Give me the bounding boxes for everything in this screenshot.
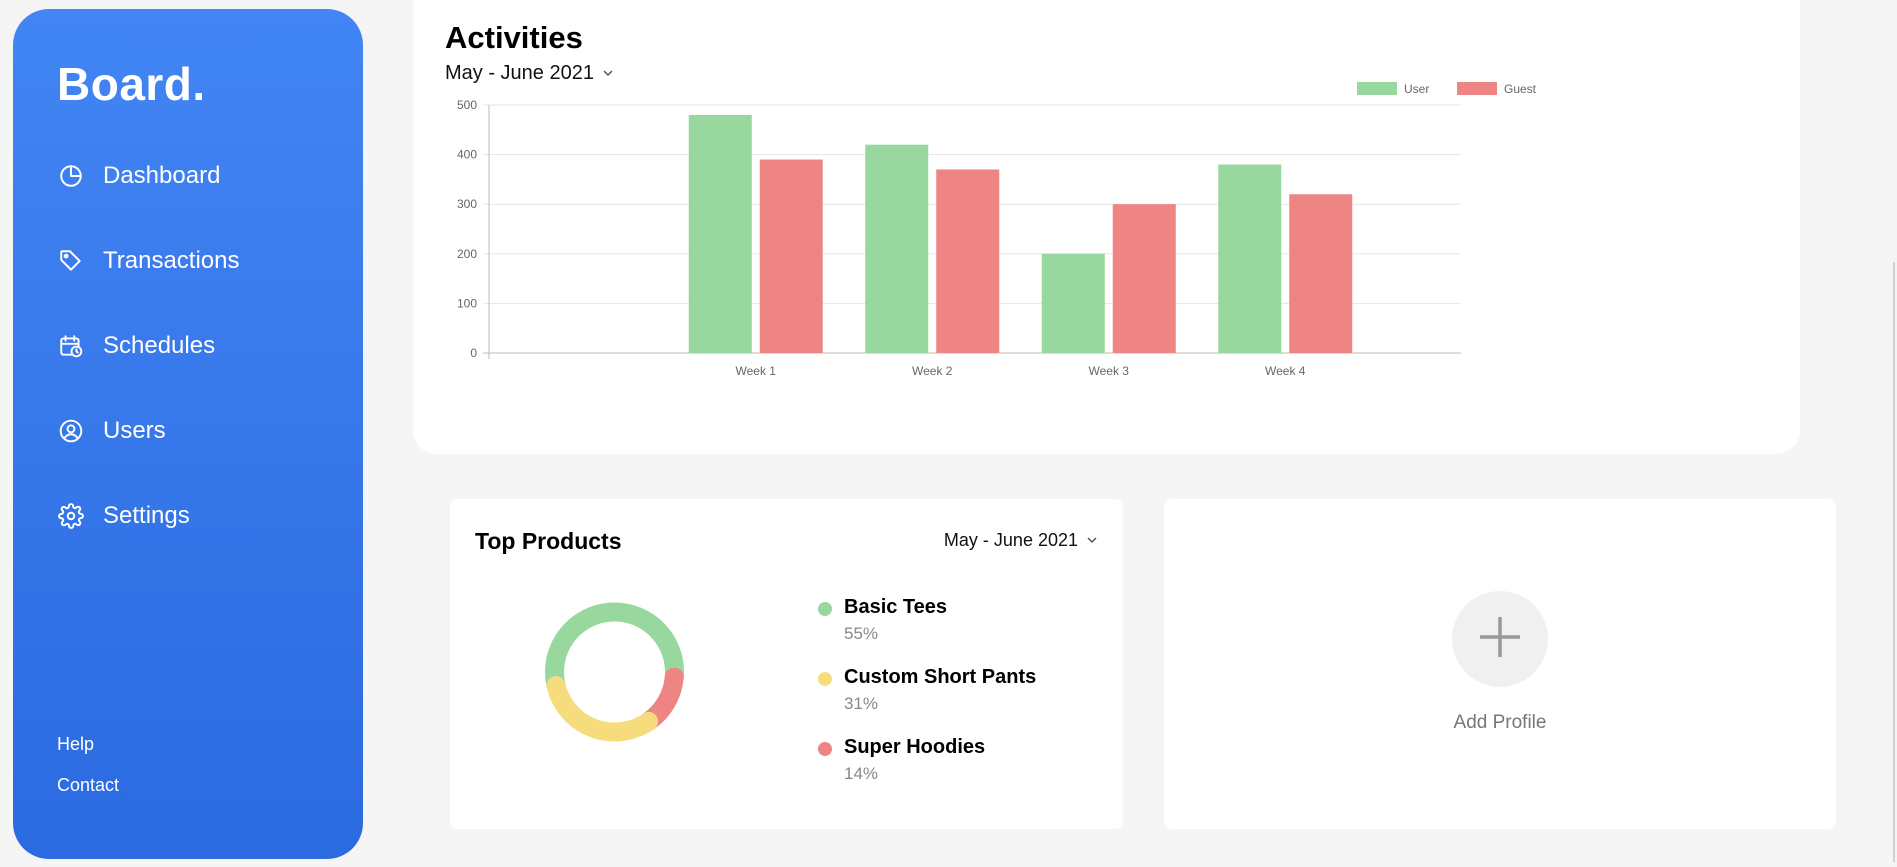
bar-user xyxy=(1041,253,1105,353)
add-profile-label: Add Profile xyxy=(1453,712,1547,733)
product-name: Basic Tees xyxy=(844,596,948,618)
y-tick-label: 400 xyxy=(457,148,477,162)
sidebar-item-label: Users xyxy=(103,417,166,444)
x-tick-label: Week 4 xyxy=(1265,364,1306,378)
sidebar-footer: Help Contact xyxy=(57,734,119,816)
sidebar-item-label: Transactions xyxy=(103,247,240,274)
bar-guest xyxy=(1112,204,1176,353)
y-tick-label: 0 xyxy=(470,346,477,360)
product-name: Custom Short Pants xyxy=(844,666,1037,688)
y-tick-label: 300 xyxy=(457,197,477,211)
pie-chart-icon xyxy=(57,162,85,190)
legend-label: User xyxy=(1404,82,1429,96)
legend-dot xyxy=(818,602,832,616)
activities-card: Activities May - June 2021 0 100 200 300 400… xyxy=(413,0,1800,454)
y-tick-label: 200 xyxy=(457,247,477,261)
chevron-down-icon xyxy=(1086,530,1098,551)
calendar-clock-icon xyxy=(57,332,85,360)
sidebar-item-dashboard[interactable]: Dashboard xyxy=(57,161,240,191)
x-tick-label: Week 2 xyxy=(912,364,953,378)
legend-dot xyxy=(818,672,832,686)
scrollbar-track[interactable] xyxy=(1887,0,1897,867)
top-products-range-dropdown[interactable]: May - June 2021 xyxy=(944,530,1098,551)
donut-slice-basic-tees xyxy=(545,602,684,695)
donut-slice-custom-short-pants xyxy=(546,675,659,742)
brand-logo: Board. xyxy=(57,58,206,110)
y-tick-label: 100 xyxy=(457,296,477,310)
tag-icon xyxy=(57,247,85,275)
user-circle-icon xyxy=(57,417,85,445)
bar-guest xyxy=(1289,194,1353,353)
y-tick-label: 500 xyxy=(457,98,477,112)
scrollbar-thumb[interactable] xyxy=(1893,262,1895,862)
x-tick-label: Week 1 xyxy=(736,364,777,378)
legend-swatch xyxy=(1457,82,1497,95)
top-products-range-label: May - June 2021 xyxy=(943,530,1078,550)
sidebar-item-users[interactable]: Users xyxy=(57,416,240,446)
top-products-donut-chart xyxy=(545,602,684,742)
sidebar-item-schedules[interactable]: Schedules xyxy=(57,331,240,361)
sidebar-item-label: Dashboard xyxy=(103,162,221,189)
add-profile-button[interactable] xyxy=(1452,591,1548,687)
product-percent: 55% xyxy=(844,624,879,643)
bar-guest xyxy=(936,169,1000,353)
legend-label: Guest xyxy=(1504,82,1537,96)
add-profile-card: Add Profile xyxy=(1164,499,1836,829)
x-tick-label: Week 3 xyxy=(1089,364,1130,378)
gear-icon xyxy=(57,502,85,530)
contact-link[interactable]: Contact xyxy=(57,775,119,796)
legend-dot xyxy=(818,742,832,756)
bar-user xyxy=(688,114,752,353)
sidebar-item-label: Settings xyxy=(103,502,190,529)
sidebar-item-transactions[interactable]: Transactions xyxy=(57,246,240,276)
help-link[interactable]: Help xyxy=(57,734,119,755)
sidebar-item-settings[interactable]: Settings xyxy=(57,501,240,531)
sidebar-item-label: Schedules xyxy=(103,332,216,359)
activities-bar-chart: 0 100 200 300 400 500 Week 1 Week 2 Week 3 Week 4… xyxy=(457,82,1537,378)
product-percent: 14% xyxy=(844,764,879,783)
sidebar-nav: Dashboard Transactions Schedules Users S… xyxy=(57,161,240,586)
product-name: Super Hoodies xyxy=(844,736,986,758)
product-percent: 31% xyxy=(844,694,879,713)
bar-user xyxy=(1218,164,1282,353)
sidebar: Board. Dashboard Transactions Schedules … xyxy=(13,9,363,859)
plus-icon xyxy=(1478,615,1522,664)
top-products-card: Top Products May - June 2021 Basic Tees … xyxy=(450,499,1123,829)
bar-guest xyxy=(759,159,823,353)
legend-swatch xyxy=(1357,82,1397,95)
bar-user xyxy=(865,144,929,353)
top-products-title: Top Products xyxy=(475,528,622,554)
